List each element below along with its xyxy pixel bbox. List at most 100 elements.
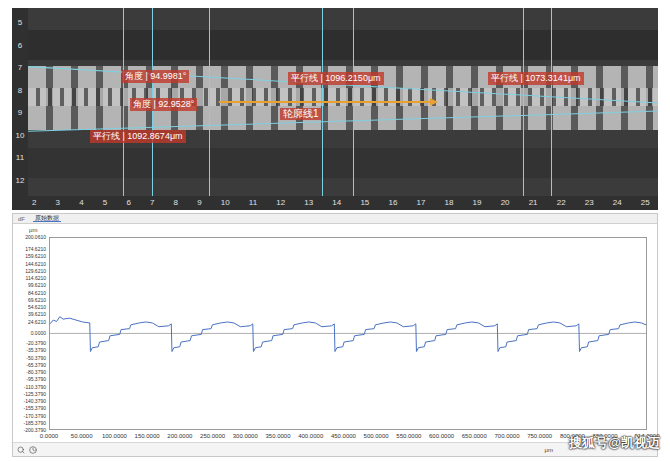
x-tick: 50.0000 xyxy=(71,433,93,439)
y-tick: 39.6210 xyxy=(28,312,46,317)
ruler-label: 3 xyxy=(56,199,60,207)
ruler-label: 5 xyxy=(103,199,107,207)
profile-chart xyxy=(50,238,646,429)
x-tick: 650.0000 xyxy=(462,433,487,439)
camera-image[interactable]: 角度 | 94.9981° 角度 | 92.9528° 平行线 | 1092.867… xyxy=(28,8,658,196)
y-tick: -125.3790 xyxy=(23,391,46,396)
y-tick: -155.3790 xyxy=(23,406,46,411)
image-view: 5 6 7 8 9 10 11 12 角度 | 94.9981° 角度 | 92.9528° 平行线… xyxy=(12,0,658,210)
y-tick: 114.6210 xyxy=(26,276,46,281)
ruler-label: 20 xyxy=(501,199,510,207)
y-unit: μm xyxy=(29,227,37,233)
y-axis: 200.0610 174.6210 159.6210 144.6210 129.6210… xyxy=(13,237,49,430)
x-tick: 600.0000 xyxy=(429,433,454,439)
y-tick: 54.6210 xyxy=(28,305,46,310)
x-axis: 0.000050.0000100.0000150.0000200.0000250… xyxy=(49,432,647,442)
chart-tab[interactable]: 原始数据 xyxy=(33,215,61,222)
ruler-label: 9 xyxy=(18,109,22,117)
ruler-label: 23 xyxy=(585,199,594,207)
app: 5 6 7 8 9 10 11 12 角度 | 94.9981° 角度 | 92.9528° 平行线… xyxy=(0,0,670,461)
y-tick: 99.6210 xyxy=(28,283,46,288)
ruler-label: 11 xyxy=(249,199,257,207)
measure-label[interactable]: 角度 | 94.9981° xyxy=(122,70,189,83)
y-tick: 129.6210 xyxy=(25,268,46,273)
ruler-label: 2 xyxy=(32,199,36,207)
horizontal-ruler: 2345678910111213141516171819202122232425 xyxy=(12,196,658,210)
y-tick: 200.0610 xyxy=(25,235,46,240)
chart-panel: dF 原始数据 μm 200.0610 174.6210 159.6210 144.6210… xyxy=(12,213,658,457)
y-tick: 0.0000 xyxy=(31,331,46,336)
y-tick: -185.3790 xyxy=(23,420,46,425)
y-tick: 144.6210 xyxy=(25,261,46,266)
ruler-label: 7 xyxy=(150,199,154,207)
measure-line[interactable] xyxy=(209,8,210,196)
ruler-label: 7 xyxy=(18,64,22,72)
y-tick: 174.6210 xyxy=(25,247,46,252)
measure-label[interactable]: 平行线 | 1073.3141μm xyxy=(488,72,584,85)
measure-label[interactable]: 平行线 | 1096.2150μm xyxy=(288,72,384,85)
ruler-label: 13 xyxy=(304,199,313,207)
x-tick: 750.0000 xyxy=(527,433,552,439)
y-tick: -35.3790 xyxy=(26,348,46,353)
ruler-label: 4 xyxy=(79,199,83,207)
ruler-label: 10 xyxy=(221,199,230,207)
y-tick: -20.3790 xyxy=(26,341,46,346)
x-tick: 0.0000 xyxy=(40,433,58,439)
ruler-label: 10 xyxy=(16,132,25,140)
ruler-label: 8 xyxy=(174,199,178,207)
profile-label[interactable]: 轮廓线1 xyxy=(280,108,322,120)
y-tick: -170.3790 xyxy=(23,413,46,418)
clock-icon[interactable] xyxy=(29,446,37,454)
chart-tab[interactable]: dF xyxy=(16,216,27,222)
ruler-label: 24 xyxy=(613,199,622,207)
ruler-label: 16 xyxy=(388,199,397,207)
profile-line xyxy=(50,317,646,352)
chart-tabs: dF 原始数据 xyxy=(13,214,657,224)
y-tick: 84.6210 xyxy=(28,290,46,295)
ruler-label: 12 xyxy=(16,177,25,185)
measure-overlay xyxy=(28,8,658,196)
vertical-ruler: 5 6 7 8 9 10 11 12 xyxy=(12,8,28,196)
ruler-label: 6 xyxy=(126,199,130,207)
x-tick: 200.0000 xyxy=(167,433,192,439)
measure-line[interactable] xyxy=(123,8,124,196)
x-tick: 100.0000 xyxy=(102,433,127,439)
ruler-label: 11 xyxy=(16,154,24,162)
measure-label[interactable]: 角度 | 92.9528° xyxy=(130,98,197,111)
y-tick: 24.6210 xyxy=(28,319,46,324)
watermark: 搜狐号@凯视迈 xyxy=(569,436,660,449)
ruler-label: 19 xyxy=(473,199,482,207)
y-tick: -50.3790 xyxy=(26,355,46,360)
ruler-label: 9 xyxy=(197,199,201,207)
x-tick: 700.0000 xyxy=(494,433,519,439)
x-tick: 250.0000 xyxy=(200,433,225,439)
x-tick: 150.0000 xyxy=(135,433,160,439)
measure-label[interactable]: 平行线 | 1092.8674μm xyxy=(90,130,186,143)
ruler-label: 21 xyxy=(529,199,538,207)
measure-line[interactable] xyxy=(523,8,524,196)
x-tick: 450.0000 xyxy=(331,433,356,439)
x-tick: 500.0000 xyxy=(364,433,389,439)
ruler-label: 25 xyxy=(641,199,650,207)
ruler-label: 17 xyxy=(416,199,425,207)
x-unit: μm xyxy=(545,447,553,453)
y-tick: -80.3790 xyxy=(26,370,46,375)
ruler-label: 5 xyxy=(18,19,22,27)
x-tick: 400.0000 xyxy=(298,433,323,439)
y-tick: -65.3790 xyxy=(26,362,46,367)
chart-toolbar: μm xyxy=(13,442,657,456)
measure-line[interactable] xyxy=(551,8,552,196)
ruler-label: 8 xyxy=(18,87,22,95)
ruler-label: 22 xyxy=(557,199,566,207)
x-tick: 350.0000 xyxy=(265,433,290,439)
y-tick: 69.6210 xyxy=(28,297,46,302)
y-tick: -200.3790 xyxy=(23,428,46,433)
x-tick: 550.0000 xyxy=(396,433,421,439)
search-icon[interactable] xyxy=(17,446,25,454)
ruler-label: 6 xyxy=(18,42,22,50)
y-tick: -110.3790 xyxy=(24,384,46,389)
ruler-label: 12 xyxy=(276,199,285,207)
y-tick: 159.6210 xyxy=(25,254,46,259)
plot-area[interactable] xyxy=(49,237,647,430)
ruler-label: 15 xyxy=(360,199,369,207)
